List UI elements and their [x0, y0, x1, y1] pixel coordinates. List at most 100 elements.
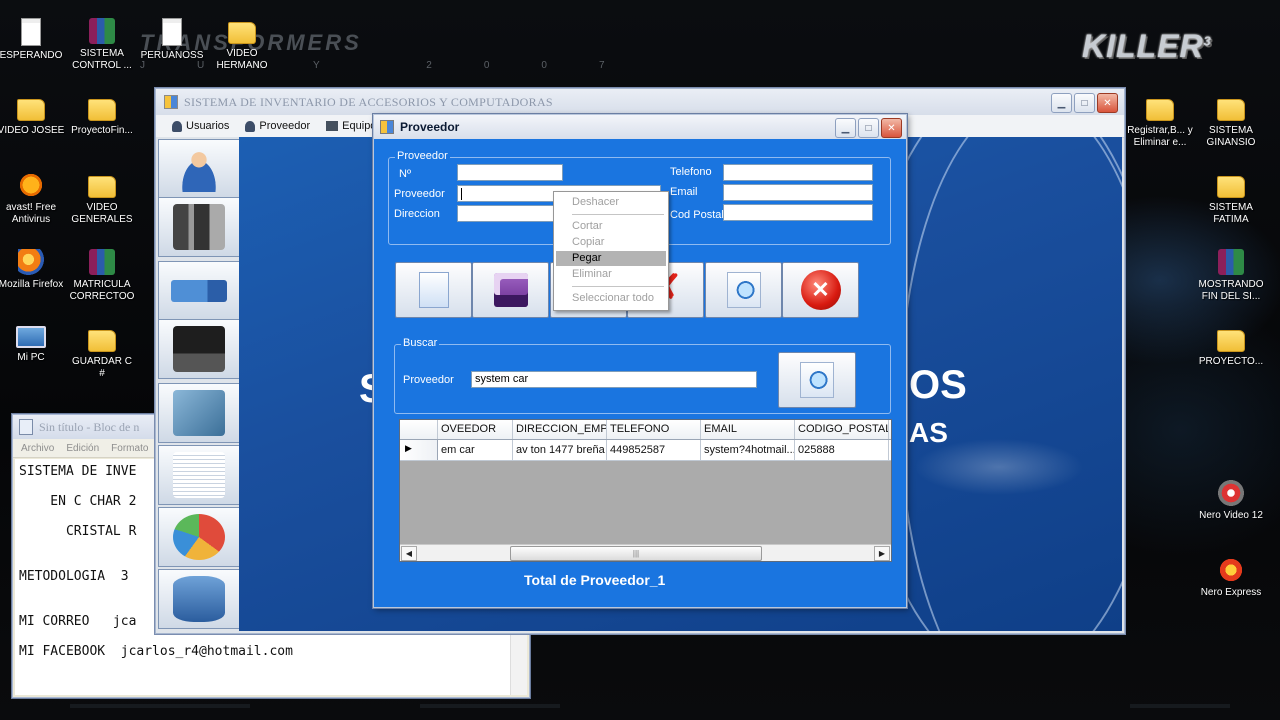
context-menu-seleccionar-todo[interactable]: Seleccionar todo: [556, 291, 666, 306]
scroll-left-arrow[interactable]: ◀: [401, 546, 417, 561]
toolbar-equipo-button[interactable]: [158, 197, 240, 257]
grid-column-header[interactable]: TELEFONO: [607, 420, 701, 439]
numero-label: Nº: [399, 168, 411, 180]
toolbar-graficos-button[interactable]: [158, 507, 240, 567]
folder-icon: [1217, 99, 1245, 121]
menu-proveedor[interactable]: Proveedor: [239, 118, 316, 134]
email-input[interactable]: [723, 184, 873, 201]
cod-postal-input[interactable]: [723, 204, 873, 221]
desktop-icon-sistema-fatima[interactable]: SISTEMA FATIMA: [1197, 172, 1265, 226]
folder-icon: [1217, 176, 1245, 198]
grid-horizontal-scrollbar[interactable]: ◀ ||| ▶: [400, 544, 891, 561]
close-button[interactable]: ✕: [1097, 93, 1118, 113]
desktop-icon-mostrando[interactable]: MOSTRANDO FIN DEL SI...: [1197, 249, 1265, 303]
numero-input[interactable]: [457, 164, 563, 181]
exit-circle-icon: ✕: [800, 270, 841, 310]
buscar-group-label: Buscar: [401, 337, 440, 349]
toolbar-accesorios-button[interactable]: [158, 383, 240, 443]
notepad-menu-formato[interactable]: Formato: [111, 443, 148, 454]
desktop-icon-registrar[interactable]: Registrar,B... y Eliminar e...: [1126, 95, 1194, 149]
grid-column-header[interactable]: OVEEDOR: [438, 420, 513, 439]
context-menu-eliminar[interactable]: Eliminar: [556, 267, 666, 282]
scroll-right-arrow[interactable]: ▶: [874, 546, 890, 561]
desktop-icon-nero-video[interactable]: Nero Video 12: [1197, 480, 1265, 522]
table-row[interactable]: ▶ em car av ton 1477 breña 449852587 sys…: [400, 440, 891, 461]
buscar-proveedor-input[interactable]: system car: [471, 371, 757, 388]
grid-column-header[interactable]: CODIGO_POSTAL: [795, 420, 889, 439]
grid-cell[interactable]: em car: [438, 440, 513, 460]
proveedor-window-title: Proveedor: [400, 120, 460, 134]
notepad-line: MI FACEBOOK jcarlos_r4@hotmail.com: [19, 644, 293, 659]
context-menu-deshacer[interactable]: Deshacer: [556, 195, 666, 210]
salir-button[interactable]: ✕: [782, 262, 859, 318]
desktop-icon-proyectofin[interactable]: ProyectoFin...: [68, 95, 136, 137]
wallpaper-footer-strip: [70, 704, 250, 708]
desktop-icon-firefox[interactable]: Mozilla Firefox: [0, 249, 65, 291]
toolbar-reportes-button[interactable]: [158, 445, 240, 505]
toolbar-computadora-button[interactable]: [158, 319, 240, 379]
grid-cell[interactable]: av ton 1477 breña: [513, 440, 607, 460]
desktop-icon-video-josee[interactable]: VIDEO JOSEE: [0, 95, 65, 137]
grid-cell[interactable]: system?4hotmail....: [701, 440, 795, 460]
telefono-input[interactable]: [723, 164, 873, 181]
desktop-icon-esperando[interactable]: ESPERANDO: [0, 18, 65, 62]
proveedor-group-label: Proveedor: [395, 150, 450, 162]
context-menu-separator: [572, 286, 664, 287]
buscar-toolbar-button[interactable]: [705, 262, 782, 318]
proveedor-data-grid[interactable]: OVEEDOR DIRECCION_EMPR TELEFONO EMAIL CO…: [399, 419, 892, 562]
context-menu-separator: [572, 214, 664, 215]
proveedor-titlebar[interactable]: Proveedor: [374, 115, 906, 139]
notepad-title: Sin título - Bloc de n: [39, 419, 140, 434]
nero-express-icon: [1218, 557, 1244, 583]
buscar-button[interactable]: [778, 352, 856, 408]
desktop-icon-avast[interactable]: avast! Free Antivirus: [0, 172, 65, 226]
main-titlebar[interactable]: SISTEMA DE INVENTARIO DE ACCESORIOS Y CO…: [156, 89, 1124, 115]
proveedor-window-controls: ▁ □ ✕: [835, 118, 902, 138]
notepad-menu-archivo[interactable]: Archivo: [21, 443, 54, 454]
context-menu: Deshacer Cortar Copiar Pegar Eliminar Se…: [553, 191, 669, 311]
context-menu-pegar[interactable]: Pegar: [556, 251, 666, 266]
notepad-menu-edicion[interactable]: Edición: [66, 443, 99, 454]
menu-usuarios[interactable]: Usuarios: [166, 118, 235, 134]
winrar-icon: [1218, 249, 1244, 275]
winrar-icon: [89, 18, 115, 44]
desktop-icon-guardar[interactable]: GUARDAR C #: [68, 326, 136, 380]
guardar-button[interactable]: [472, 262, 549, 318]
computer-icon: [173, 326, 225, 372]
grid-column-header[interactable]: DIRECCION_EMPR: [513, 420, 607, 439]
notepad-icon: [19, 419, 33, 435]
maximize-button[interactable]: □: [858, 118, 879, 138]
avast-icon: [18, 172, 44, 198]
minimize-button[interactable]: ▁: [835, 118, 856, 138]
nero-icon: [1218, 480, 1244, 506]
close-button[interactable]: ✕: [881, 118, 902, 138]
toolbar-usuarios-button[interactable]: [158, 139, 240, 199]
folder-icon: [88, 330, 116, 352]
desktop-icon-matricula[interactable]: MATRICULA CORRECTOO: [68, 249, 136, 303]
wallpaper-footer-strip: [420, 704, 560, 708]
grid-cell[interactable]: 025888: [795, 440, 889, 460]
nuevo-button[interactable]: [395, 262, 472, 318]
network-icon: [326, 121, 339, 131]
desktop-icon-nero-express[interactable]: Nero Express: [1197, 557, 1265, 599]
telefono-label: Telefono: [670, 166, 712, 178]
row-selector[interactable]: ▶: [400, 440, 438, 460]
search-document-icon: [800, 362, 834, 398]
context-menu-copiar[interactable]: Copiar: [556, 235, 666, 250]
maximize-button[interactable]: □: [1074, 93, 1095, 113]
notepad-line: METODOLOGIA 3: [19, 569, 129, 584]
grid-column-header[interactable]: EMAIL: [701, 420, 795, 439]
toolbar-seguridad-button[interactable]: [158, 569, 240, 629]
context-menu-cortar[interactable]: Cortar: [556, 219, 666, 234]
desktop-icon-sistema-control[interactable]: SISTEMA CONTROL ...: [68, 18, 136, 72]
desktop-icon-video-generales[interactable]: VIDEO GENERALES: [68, 172, 136, 226]
desktop-icon-sistema-ginansio[interactable]: SISTEMA GINANSIO: [1197, 95, 1265, 149]
desktop-icon-video-hermano[interactable]: VIDEO HERMANO: [208, 18, 276, 72]
toolbar-proveedor-button[interactable]: [158, 261, 240, 321]
minimize-button[interactable]: ▁: [1051, 93, 1072, 113]
grid-cell[interactable]: 449852587: [607, 440, 701, 460]
scroll-thumb[interactable]: |||: [510, 546, 762, 561]
desktop-icon-proyecto[interactable]: PROYECTO...: [1197, 326, 1265, 368]
desktop-icon-peruanoss[interactable]: PERUANOSS: [138, 18, 206, 62]
desktop-icon-mi-pc[interactable]: Mi PC: [0, 326, 65, 364]
